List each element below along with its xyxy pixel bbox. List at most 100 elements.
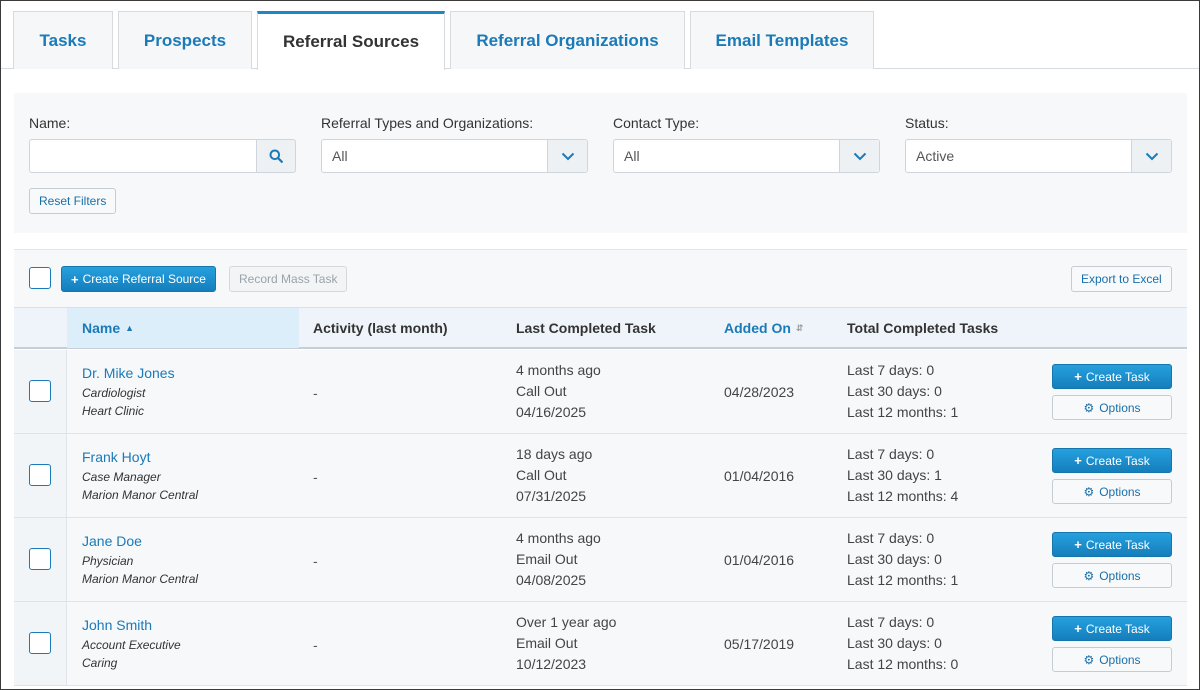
create-task-button[interactable]: + Create Task [1052, 364, 1172, 389]
create-task-button[interactable]: + Create Task [1052, 532, 1172, 557]
last-task-ago: 18 days ago [516, 446, 593, 462]
options-label: Options [1099, 484, 1141, 499]
row-checkbox-cell [14, 434, 67, 517]
column-header-activity: Activity (last month) [313, 320, 448, 336]
gear-icon: ⚙ [1083, 652, 1095, 667]
referral-source-role: Cardiologist [82, 386, 146, 400]
row-checkbox-cell [14, 350, 67, 433]
activity-value: - [313, 637, 318, 653]
tab-tasks[interactable]: Tasks [13, 11, 113, 69]
create-referral-source-label: Create Referral Source [82, 272, 206, 286]
chevron-down-icon [547, 140, 587, 172]
referral-source-role: Case Manager [82, 470, 161, 484]
last-task-type: Call Out [516, 467, 567, 483]
added-on-date: 05/17/2019 [724, 636, 795, 652]
referral-source-name-link[interactable]: Frank Hoyt [82, 449, 150, 465]
last-task-type: Call Out [516, 383, 567, 399]
status-select-value: Active [916, 148, 955, 164]
last-task-date: 10/12/2023 [516, 656, 587, 672]
search-button[interactable] [256, 139, 296, 173]
total-last-30-days: Last 30 days: 0 [847, 635, 942, 651]
sort-both-icon: ⇵ [795, 322, 804, 333]
total-last-7-days: Last 7 days: 0 [847, 530, 935, 546]
create-task-label: Create Task [1085, 453, 1150, 468]
referral-source-org: Marion Manor Central [82, 488, 199, 502]
create-task-label: Create Task [1085, 369, 1150, 384]
contact-select-value: All [624, 148, 640, 164]
select-all-checkbox[interactable] [29, 267, 51, 289]
options-button[interactable]: ⚙ Options [1052, 395, 1172, 420]
contact-filter-label: Contact Type: [613, 115, 700, 131]
sort-asc-icon: ▲ [125, 322, 135, 333]
column-header-name[interactable]: Name ▲ [82, 308, 134, 348]
last-task-date: 04/08/2025 [516, 572, 587, 588]
tab-referral-sources[interactable]: Referral Sources [257, 11, 445, 70]
contact-type-select[interactable]: All [613, 139, 880, 173]
row-checkbox-cell [14, 602, 67, 685]
plus-icon: + [71, 271, 79, 287]
last-task-type: Email Out [516, 551, 578, 567]
total-last-7-days: Last 7 days: 0 [847, 446, 935, 462]
column-header-total-tasks: Total Completed Tasks [847, 320, 999, 336]
tab-bar: Tasks Prospects Referral Sources Referra… [1, 1, 1199, 70]
row-checkbox[interactable] [29, 548, 51, 570]
create-task-label: Create Task [1085, 537, 1150, 552]
total-last-30-days: Last 30 days: 0 [847, 383, 942, 399]
added-on-date: 04/28/2023 [724, 384, 795, 400]
record-mass-task-button[interactable]: Record Mass Task [229, 266, 348, 292]
chevron-down-icon [1131, 140, 1171, 172]
gear-icon: ⚙ [1083, 400, 1095, 415]
create-task-button[interactable]: + Create Task [1052, 448, 1172, 473]
last-task-type: Email Out [516, 635, 578, 651]
last-task-date: 04/16/2025 [516, 404, 587, 420]
added-on-date: 01/04/2016 [724, 552, 795, 568]
column-header-name-label: Name [82, 320, 121, 336]
plus-icon: + [1074, 453, 1082, 468]
tab-referral-organizations[interactable]: Referral Organizations [450, 11, 685, 69]
table-toolbar: + Create Referral Source Record Mass Tas… [14, 249, 1187, 307]
reset-filters-button[interactable]: Reset Filters [29, 188, 117, 214]
referral-source-role: Account Executive [82, 638, 181, 652]
column-header-added-on-label: Added On [724, 320, 791, 336]
options-button[interactable]: ⚙ Options [1052, 647, 1172, 672]
row-checkbox[interactable] [29, 632, 51, 654]
referral-source-org: Marion Manor Central [82, 572, 199, 586]
row-checkbox[interactable] [29, 464, 51, 486]
total-last-7-days: Last 7 days: 0 [847, 362, 935, 378]
plus-icon: + [1074, 537, 1082, 552]
table-row: John Smith Account Executive Caring - Ov… [14, 602, 1187, 686]
last-task-ago: 4 months ago [516, 362, 601, 378]
tab-prospects[interactable]: Prospects [118, 11, 252, 69]
total-last-30-days: Last 30 days: 0 [847, 551, 942, 567]
total-last-12-months: Last 12 months: 0 [847, 656, 959, 672]
options-button[interactable]: ⚙ Options [1052, 563, 1172, 588]
export-to-excel-button[interactable]: Export to Excel [1071, 266, 1172, 292]
last-task-ago: Over 1 year ago [516, 614, 617, 630]
total-last-12-months: Last 12 months: 4 [847, 488, 959, 504]
table-row: Frank Hoyt Case Manager Marion Manor Cen… [14, 434, 1187, 518]
column-header-last-task: Last Completed Task [516, 320, 656, 336]
name-search-input[interactable] [29, 139, 257, 173]
column-header-added-on[interactable]: Added On ⇵ [724, 308, 803, 348]
referral-source-name-link[interactable]: John Smith [82, 617, 152, 633]
referral-source-org: Caring [82, 656, 118, 670]
types-select[interactable]: All [321, 139, 588, 173]
create-task-button[interactable]: + Create Task [1052, 616, 1172, 641]
types-select-value: All [332, 148, 348, 164]
referral-source-name-link[interactable]: Jane Doe [82, 533, 142, 549]
last-task-date: 07/31/2025 [516, 488, 587, 504]
app-frame: Tasks Prospects Referral Sources Referra… [0, 0, 1200, 690]
row-checkbox[interactable] [29, 380, 51, 402]
total-last-30-days: Last 30 days: 1 [847, 467, 942, 483]
status-select[interactable]: Active [905, 139, 1172, 173]
tab-email-templates[interactable]: Email Templates [690, 11, 874, 69]
options-label: Options [1099, 400, 1141, 415]
options-button[interactable]: ⚙ Options [1052, 479, 1172, 504]
create-referral-source-button[interactable]: + Create Referral Source [61, 266, 216, 292]
referral-source-name-link[interactable]: Dr. Mike Jones [82, 365, 175, 381]
options-label: Options [1099, 652, 1141, 667]
create-task-label: Create Task [1085, 621, 1150, 636]
status-filter-label: Status: [905, 115, 949, 131]
activity-value: - [313, 385, 318, 401]
gear-icon: ⚙ [1083, 484, 1095, 499]
